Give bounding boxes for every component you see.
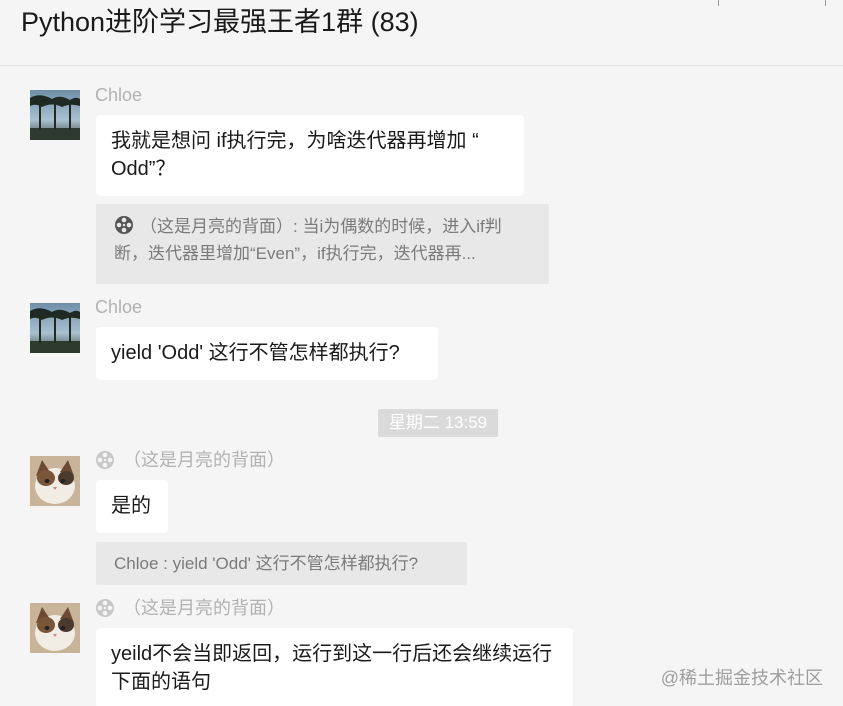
chat-header: Python进阶学习最强王者1群 (83) [0,0,843,66]
sender-name: Chloe [95,297,143,317]
film-reel-icon [96,599,114,617]
window-edge-mark [825,0,826,6]
tree-landscape-avatar-icon [30,90,80,140]
quoted-text: （这是月亮的背面）: 当i为偶数的时候，进入if判断，迭代器里增加“Even”，… [114,217,502,263]
quoted-message[interactable]: Chloe : yield 'Odd' 这行不管怎样都执行? [96,542,467,585]
avatar[interactable] [30,90,80,140]
sender-name-text: （这是月亮的背面） [123,598,285,618]
message-bubble[interactable]: yield 'Odd' 这行不管怎样都执行? [96,327,438,380]
watermark: @稀土掘金技术社区 [660,668,823,688]
message-bubble[interactable]: 是的 [96,480,168,533]
message-bubble[interactable]: 我就是想问 if执行完，为啥迭代器再增加 “ Odd”？ [96,115,524,196]
avatar[interactable] [30,456,80,506]
window-edge-mark [718,0,719,6]
sender-name: Chloe [95,85,143,105]
film-reel-icon [115,216,133,234]
avatar[interactable] [30,303,80,353]
message-bubble[interactable]: yeild不会当即返回，运行到这一行后还会继续运行下面的语句 [96,628,573,706]
chat-title[interactable]: Python进阶学习最强王者1群 (83) [21,2,419,42]
cat-avatar-icon [30,603,80,653]
tree-landscape-avatar-icon [30,303,80,353]
sender-name: （这是月亮的背面） [95,597,285,619]
avatar[interactable] [30,603,80,653]
film-reel-icon [96,451,114,469]
cat-avatar-icon [30,456,80,506]
sender-name: （这是月亮的背面） [95,449,285,471]
sender-name-text: （这是月亮的背面） [123,450,285,470]
quoted-message[interactable]: （这是月亮的背面）: 当i为偶数的时候，进入if判断，迭代器里增加“Even”，… [96,204,549,284]
timestamp-divider: 星期二 13:59 [378,409,498,437]
chat-window: Python进阶学习最强王者1群 (83) Chloe 我就是想问 if执行完，… [0,0,843,706]
